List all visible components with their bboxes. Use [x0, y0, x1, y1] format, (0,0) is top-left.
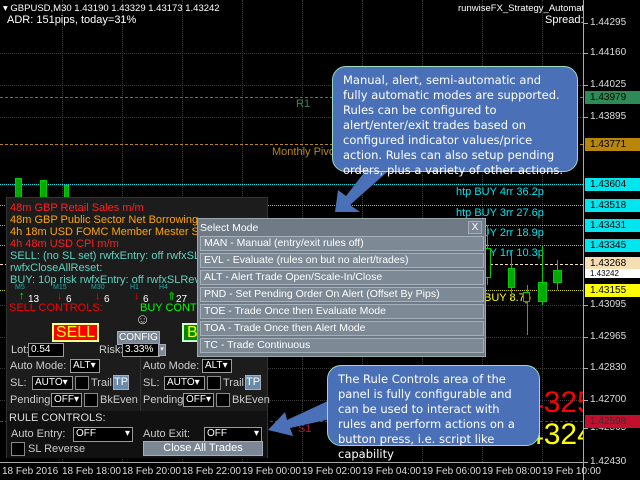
callout-rule-controls: The Rule Controls area of the panel is f…	[327, 365, 540, 461]
callout-arrow-bottom	[268, 400, 335, 436]
callout-modes: Manual, alert, semi-automatic and fully …	[332, 66, 578, 177]
